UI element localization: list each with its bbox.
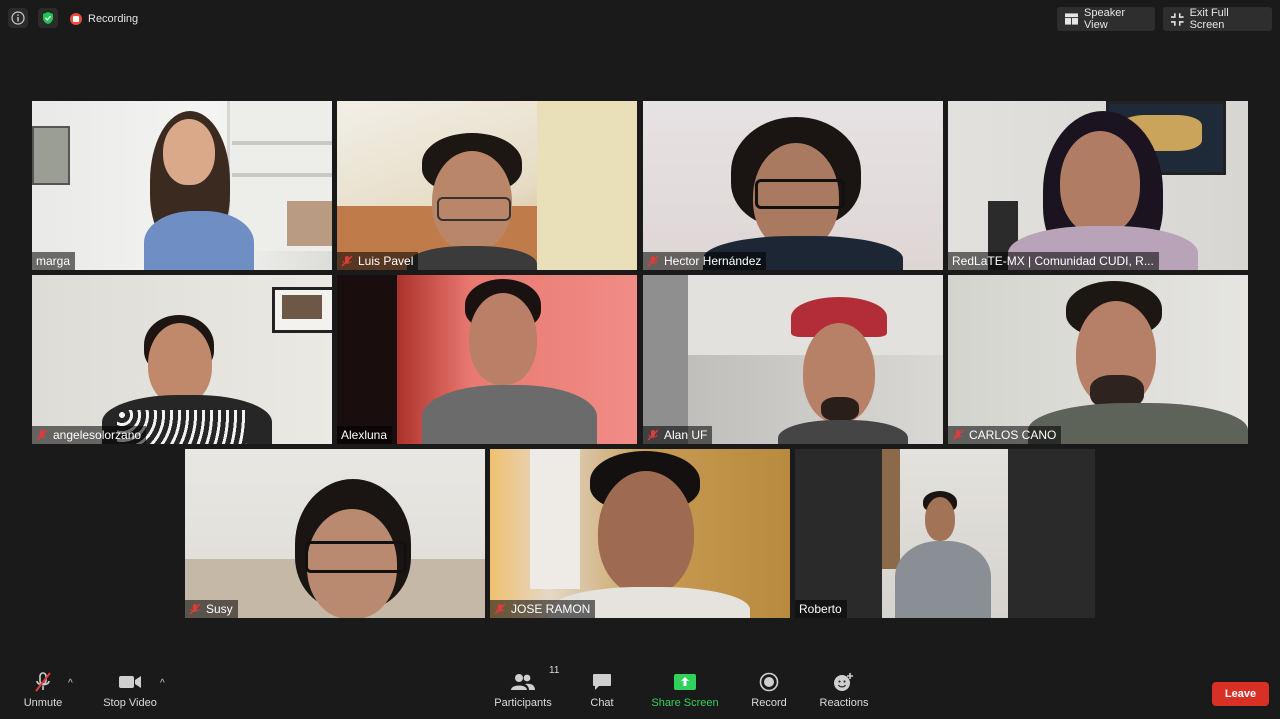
- share-screen-button[interactable]: Share Screen: [650, 660, 720, 719]
- reactions-smiley-icon: [834, 672, 853, 691]
- participant-name-tag: RedLaTE-MX | Comunidad CUDI, R...: [948, 252, 1159, 270]
- chat-icon: [593, 673, 611, 690]
- top-bar: Recording Speaker View Exit Full Screen: [0, 0, 1280, 38]
- record-button[interactable]: Record: [748, 660, 790, 719]
- recording-icon: [70, 13, 82, 25]
- video-tile-hector-hernandez[interactable]: Hector Hernández: [643, 101, 943, 270]
- participant-name-tag: Susy: [185, 600, 238, 618]
- participant-name: JOSE RAMON: [511, 602, 591, 616]
- muted-mic-icon: [647, 255, 659, 267]
- reactions-button[interactable]: Reactions: [816, 660, 872, 719]
- video-tile-alexluna[interactable]: Alexluna: [337, 275, 637, 444]
- share-screen-icon: [674, 673, 696, 690]
- participants-count: 11: [549, 664, 560, 676]
- chat-label: Chat: [590, 696, 614, 709]
- participant-name: Susy: [206, 602, 233, 616]
- participant-name: marga: [36, 254, 71, 268]
- participant-name: Luis Pavel: [358, 254, 414, 268]
- participant-name-tag: Luis Pavel: [337, 252, 419, 270]
- video-camera-icon: [119, 675, 141, 688]
- stop-video-label: Stop Video: [103, 696, 157, 709]
- encryption-shield-icon[interactable]: [38, 8, 58, 28]
- participant-name: Alexluna: [341, 428, 388, 442]
- participants-button[interactable]: 11 Participants: [490, 660, 560, 719]
- participant-name-tag: marga: [32, 252, 76, 270]
- participants-icon: [511, 673, 535, 690]
- recording-indicator[interactable]: Recording: [70, 10, 138, 28]
- video-tile-luis-pavel[interactable]: Luis Pavel: [337, 101, 637, 270]
- video-options-caret-icon[interactable]: ^: [160, 678, 165, 689]
- video-tile-carlos-cano[interactable]: CARLOS CANO: [948, 275, 1248, 444]
- stop-video-button[interactable]: Stop Video: [98, 660, 162, 719]
- recording-label: Recording: [88, 13, 139, 25]
- participant-name-tag: angelesolorzano: [32, 426, 147, 444]
- meeting-toolbar: Unmute ^ Stop Video ^ 11 Participants Ch…: [0, 660, 1280, 719]
- participant-name: Roberto: [799, 602, 842, 616]
- video-tile-roberto[interactable]: Roberto: [795, 449, 1095, 618]
- unmute-button[interactable]: Unmute: [18, 660, 68, 719]
- participants-label: Participants: [494, 696, 552, 709]
- video-tile-angelesolorzano[interactable]: angelesolorzano: [32, 275, 332, 444]
- record-label: Record: [751, 696, 787, 709]
- speaker-view-label: Speaker View: [1084, 7, 1126, 31]
- muted-microphone-icon: [35, 671, 51, 692]
- muted-mic-icon: [341, 255, 353, 267]
- muted-mic-icon: [494, 603, 506, 615]
- unmute-label: Unmute: [23, 696, 63, 709]
- participant-name: Alan UF: [664, 428, 708, 442]
- speaker-view-button[interactable]: Speaker View: [1057, 7, 1155, 31]
- video-tile-marga[interactable]: marga: [32, 101, 332, 270]
- video-tile-susy[interactable]: Susy: [185, 449, 485, 618]
- record-icon: [759, 672, 779, 691]
- exit-full-screen-label: Exit Full Screen: [1189, 7, 1229, 31]
- participant-name: CARLOS CANO: [969, 428, 1057, 442]
- participant-name-tag: Hector Hernández: [643, 252, 767, 270]
- muted-mic-icon: [189, 603, 201, 615]
- speaker-view-icon: [1065, 13, 1079, 25]
- video-tile-alan-uf[interactable]: Alan UF: [643, 275, 943, 444]
- exit-full-screen-icon: [1171, 12, 1184, 26]
- participant-name: angelesolorzano: [53, 428, 142, 442]
- audio-options-caret-icon[interactable]: ^: [68, 678, 73, 689]
- participant-name: Hector Hernández: [664, 254, 762, 268]
- share-screen-label: Share Screen: [651, 696, 719, 709]
- leave-meeting-button[interactable]: Leave: [1212, 682, 1269, 706]
- participant-name-tag: CARLOS CANO: [948, 426, 1062, 444]
- muted-mic-icon: [952, 429, 964, 441]
- participant-name-tag: JOSE RAMON: [490, 600, 596, 618]
- muted-mic-icon: [36, 429, 48, 441]
- chat-button[interactable]: Chat: [584, 660, 620, 719]
- reactions-label: Reactions: [819, 696, 869, 709]
- participant-name-tag: Alexluna: [337, 426, 393, 444]
- video-tile-redlate-mx[interactable]: RedLaTE-MX | Comunidad CUDI, R...: [948, 101, 1248, 270]
- participant-name-tag: Alan UF: [643, 426, 713, 444]
- participant-name: RedLaTE-MX | Comunidad CUDI, R...: [952, 254, 1154, 268]
- participant-name-tag: Roberto: [795, 600, 847, 618]
- video-tile-jose-ramon[interactable]: JOSE RAMON: [490, 449, 790, 618]
- exit-full-screen-button[interactable]: Exit Full Screen: [1163, 7, 1272, 31]
- info-icon[interactable]: [8, 8, 28, 28]
- muted-mic-icon: [647, 429, 659, 441]
